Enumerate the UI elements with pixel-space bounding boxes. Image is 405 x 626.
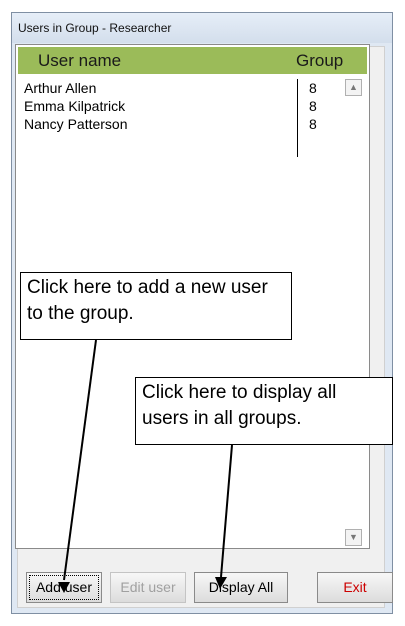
- add-user-arrow: [63, 339, 97, 581]
- add-user-arrowhead: [58, 582, 70, 593]
- callout-arrows: [58, 339, 233, 593]
- display-all-arrowhead: [215, 577, 227, 589]
- display-all-arrow: [220, 444, 233, 578]
